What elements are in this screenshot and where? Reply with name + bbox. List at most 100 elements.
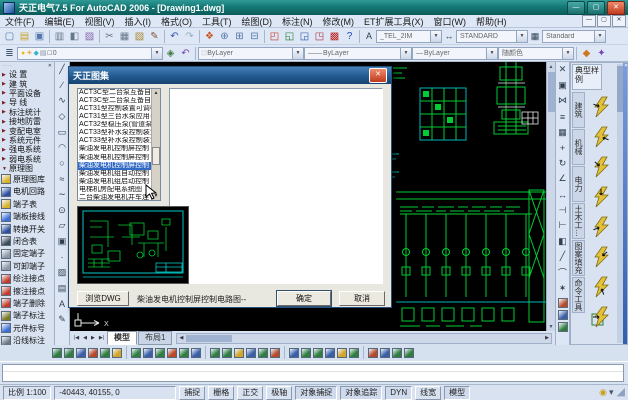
menu-item[interactable]: 标注(N) (277, 15, 318, 28)
tz-tool-icon[interactable] (112, 348, 122, 358)
tz-tool-icon[interactable] (222, 348, 232, 358)
dialog-title-bar[interactable]: 天正图集 ✕ (69, 67, 391, 84)
tz-tool-icon[interactable] (349, 348, 359, 358)
browse-dwg-button[interactable]: 浏览DWG (77, 291, 129, 306)
chevron-down-icon[interactable]: ▼ (516, 31, 527, 42)
plot-icon[interactable]: ▥ (52, 29, 67, 43)
rectangle-icon[interactable]: ▭ (55, 124, 69, 140)
polygon-icon[interactable]: ◇ (55, 109, 69, 125)
atlas-list-item[interactable]: ACT31型控制装置可调柜 (78, 105, 151, 113)
atlas-list-item[interactable]: ACT3C型二台泵互备自投 (78, 89, 151, 97)
tz-block-insert-icon[interactable] (558, 310, 568, 320)
status-toggle-ortho[interactable]: 正交 (237, 386, 263, 400)
tz-layer-tool-icon[interactable]: ◆ (579, 46, 594, 60)
color-combo[interactable]: □ ByLayer ▼ (198, 47, 304, 60)
maximize-button-icon[interactable]: ▢ (587, 1, 605, 15)
ok-button[interactable]: 确定 (277, 291, 331, 306)
status-toggle-dyn[interactable]: DYN (385, 386, 412, 400)
tz-tool-icon[interactable] (155, 348, 165, 358)
status-toggle-snap[interactable]: 捕捉 (179, 386, 205, 400)
chevron-down-icon[interactable]: ▼ (562, 48, 573, 59)
tz-tool-icon[interactable] (337, 348, 347, 358)
open-folder-icon[interactable]: ▤ (17, 29, 32, 43)
tz-tool-icon[interactable] (210, 348, 220, 358)
status-toggle-polar[interactable]: 极轴 (266, 386, 292, 400)
lightning-bolt-tool[interactable] (586, 182, 616, 212)
screen-menu-command[interactable]: 端子标注 (0, 310, 54, 322)
tz-tool-icon[interactable] (313, 348, 323, 358)
array-icon[interactable]: ▦ (556, 124, 569, 140)
trim-icon[interactable]: ⊣ (556, 202, 569, 218)
chevron-down-icon[interactable]: ▼ (400, 48, 411, 59)
lightning-bolt-tool[interactable] (586, 272, 616, 302)
menu-item[interactable]: 工具(T) (197, 15, 237, 28)
layer-plot-icon[interactable]: ▤ (40, 49, 47, 57)
polyline-icon[interactable]: ∿ (55, 93, 69, 109)
palette-title-bar[interactable]: ✕ (623, 63, 628, 345)
screen-menu-command[interactable]: 原理图库 (0, 173, 54, 185)
table-style-icon[interactable]: ▦ (528, 30, 542, 43)
construction-line-icon[interactable]: ∕ (55, 78, 69, 94)
layer-thaw-sun-icon[interactable]: ☀ (26, 49, 32, 57)
menu-item[interactable]: 插入(I) (120, 15, 157, 28)
palette-tab[interactable]: 电力 (572, 166, 585, 202)
fillet-icon[interactable]: ⌒ (556, 265, 569, 281)
chamfer-icon[interactable]: ╱ (556, 249, 569, 265)
zoom-realtime-icon[interactable]: ⊕ (217, 29, 232, 43)
atlas-list-item[interactable]: ACT33型补水泵控制装置 (78, 137, 151, 145)
tz-tool-icon[interactable] (76, 348, 86, 358)
screen-menu-command[interactable]: 端子删除 (0, 297, 54, 309)
menu-item[interactable]: 编辑(E) (40, 15, 80, 28)
status-menu-icon[interactable]: ▾ (609, 387, 614, 398)
lightning-bolt-tool[interactable] (586, 122, 616, 152)
pan-icon[interactable]: ❖ (202, 29, 217, 43)
extend-icon[interactable]: ⊢ (556, 218, 569, 234)
atlas-list-item[interactable]: ACT33型补水泵控制装置 (78, 129, 151, 137)
redo-icon[interactable]: ↷ (182, 29, 197, 43)
prev-tab-icon[interactable]: ◀ (81, 335, 89, 341)
screen-menu-command[interactable]: 绘注接点 (0, 272, 54, 284)
tz-wire-tool-icon[interactable]: ✦ (594, 46, 609, 60)
tz-tool-icon[interactable] (64, 348, 74, 358)
atlas-list-item[interactable]: 柴油发电机控制屏控制 (78, 162, 151, 170)
revision-cloud-icon[interactable]: ≈ (55, 171, 69, 187)
screen-menu-command[interactable]: 元件标号 (0, 322, 54, 334)
rotate-icon[interactable]: ↻ (556, 156, 569, 172)
tz-tool-icon[interactable] (380, 348, 390, 358)
offset-icon[interactable]: ≡ (556, 109, 569, 125)
lightning-bolt-tool[interactable] (586, 212, 616, 242)
command-input[interactable] (2, 364, 624, 382)
menu-item[interactable]: 视图(V) (80, 15, 120, 28)
layer-lock-icon[interactable]: ◆ (34, 49, 39, 57)
status-toggle-lwt[interactable]: 线宽 (415, 386, 441, 400)
scale-indicator[interactable]: 比例 1:100 (3, 386, 51, 400)
lightning-bolt-tool[interactable] (586, 92, 616, 122)
screen-menu-command[interactable]: 沿线标注 (0, 334, 54, 345)
screen-menu-item-expanded[interactable]: ▼原理图 (0, 164, 54, 173)
cancel-button[interactable]: 取消 (339, 291, 385, 306)
palette-tab[interactable]: 机械 (572, 129, 585, 165)
zoom-previous-icon[interactable]: ⊟ (247, 29, 262, 43)
tz-tool-icon[interactable] (88, 348, 98, 358)
tz-tool-icon[interactable] (301, 348, 311, 358)
toolbar-lock-icon[interactable]: ◉ (599, 387, 607, 398)
layer-combo[interactable]: ●☀◆▤□ 0 ▼ (17, 47, 163, 60)
tz-tool-icon[interactable] (289, 348, 299, 358)
lightning-bolt-tool[interactable] (586, 242, 616, 272)
explode-icon[interactable]: ✶ (556, 280, 569, 296)
tz-tool-icon[interactable] (258, 348, 268, 358)
undo-icon[interactable]: ↶ (167, 29, 182, 43)
tz-tool-icon[interactable] (270, 348, 280, 358)
next-tab-icon[interactable]: ▶ (89, 335, 97, 341)
spline-icon[interactable]: ∼ (55, 187, 69, 203)
canvas-vertical-scrollbar[interactable]: ▲ ▼ (546, 62, 555, 331)
tz-tool-icon[interactable] (404, 348, 414, 358)
mtext-icon[interactable]: A (55, 296, 69, 312)
match-properties-icon[interactable]: ✎ (147, 29, 162, 43)
tz-tool-icon[interactable] (325, 348, 335, 358)
palette-tab[interactable]: 命令工具 (572, 277, 585, 313)
copy-icon[interactable]: ▦ (117, 29, 132, 43)
calculator-icon[interactable]: ▩ (327, 29, 342, 43)
palette-tab[interactable]: 建筑 (572, 92, 585, 128)
tz-tool-icon[interactable] (368, 348, 378, 358)
